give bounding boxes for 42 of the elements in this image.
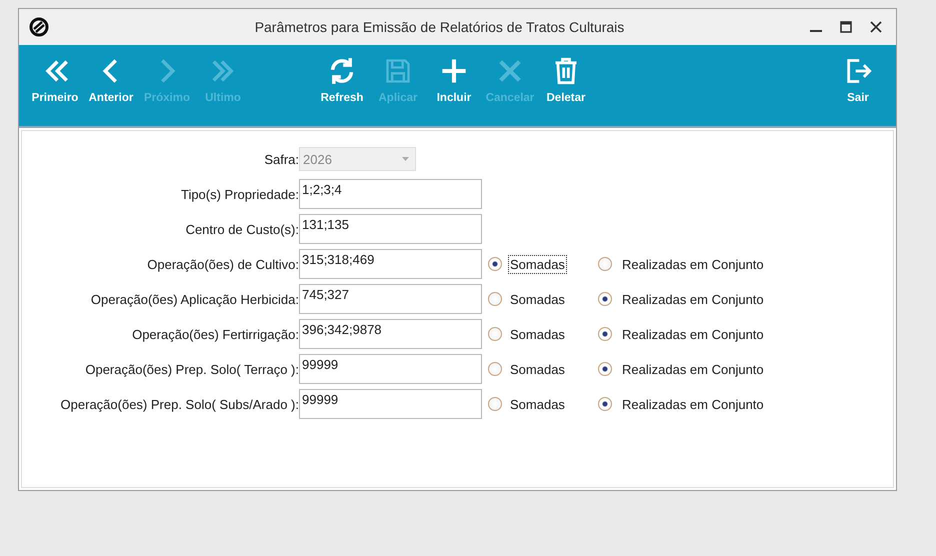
field-label: Tipo(s) Propriedade: (180, 186, 299, 202)
radio-label[interactable]: Somadas (508, 290, 567, 308)
radio-button[interactable] (598, 292, 612, 306)
radio-label[interactable]: Realizadas em Conjunto (620, 394, 766, 414)
field-label: Safra: (263, 152, 299, 166)
input-field[interactable]: 396;342;9878 (299, 319, 482, 349)
radio-button[interactable] (598, 397, 612, 411)
radio-label[interactable]: Somadas (508, 394, 567, 414)
caret-icon (402, 157, 409, 161)
window-title: Parâmetros para Emissão de Relatórios de Tratos Culturais (254, 19, 626, 35)
radio-button[interactable] (488, 362, 502, 376)
input-field[interactable]: 131;135 (299, 214, 482, 244)
radio-button[interactable] (598, 327, 612, 341)
radio-label[interactable]: Realizadas em Conjunto (620, 254, 766, 274)
radio-label[interactable]: Somadas (508, 254, 567, 274)
radio-button[interactable] (488, 327, 502, 341)
refresh-icon (328, 57, 356, 85)
radio-label[interactable]: Realizadas em Conjunto (620, 360, 766, 378)
field-label: Operação(ões) Prep. Solo( Terraço ): (84, 362, 299, 376)
radio-label[interactable]: Realizadas em Conjunto (620, 324, 766, 344)
radio-label[interactable]: Somadas (508, 324, 567, 344)
radio-button[interactable] (598, 257, 612, 271)
field-label: Centro de Custo(s): (184, 222, 299, 236)
plus-icon (440, 57, 468, 85)
field-label: Operação(ões) Aplicação Herbicida: (90, 292, 299, 306)
radio-button[interactable] (488, 257, 502, 271)
radio-button[interactable] (598, 362, 612, 376)
maximize-icon[interactable] (840, 21, 852, 33)
app-logo-icon (29, 17, 49, 37)
input-field[interactable]: 745;327 (299, 284, 482, 314)
input-field[interactable]: 99999 (299, 389, 482, 419)
radio-button[interactable] (488, 397, 502, 411)
input-field[interactable]: 1;2;3;4 (299, 179, 482, 209)
radio-label[interactable]: Realizadas em Conjunto (620, 290, 766, 308)
input-field[interactable]: 99999 (299, 354, 482, 384)
radio-button[interactable] (488, 292, 502, 306)
field-label: Operação(ões) de Cultivo: (146, 256, 299, 272)
field-label: Operação(ões) Prep. Solo( Subs/Arado ): (60, 396, 299, 412)
close-icon[interactable] (870, 21, 882, 33)
field-label: Operação(ões) Fertirrigação: (131, 326, 299, 342)
input-field[interactable]: 315;318;469 (299, 249, 482, 279)
radio-label[interactable]: Somadas (508, 360, 567, 378)
